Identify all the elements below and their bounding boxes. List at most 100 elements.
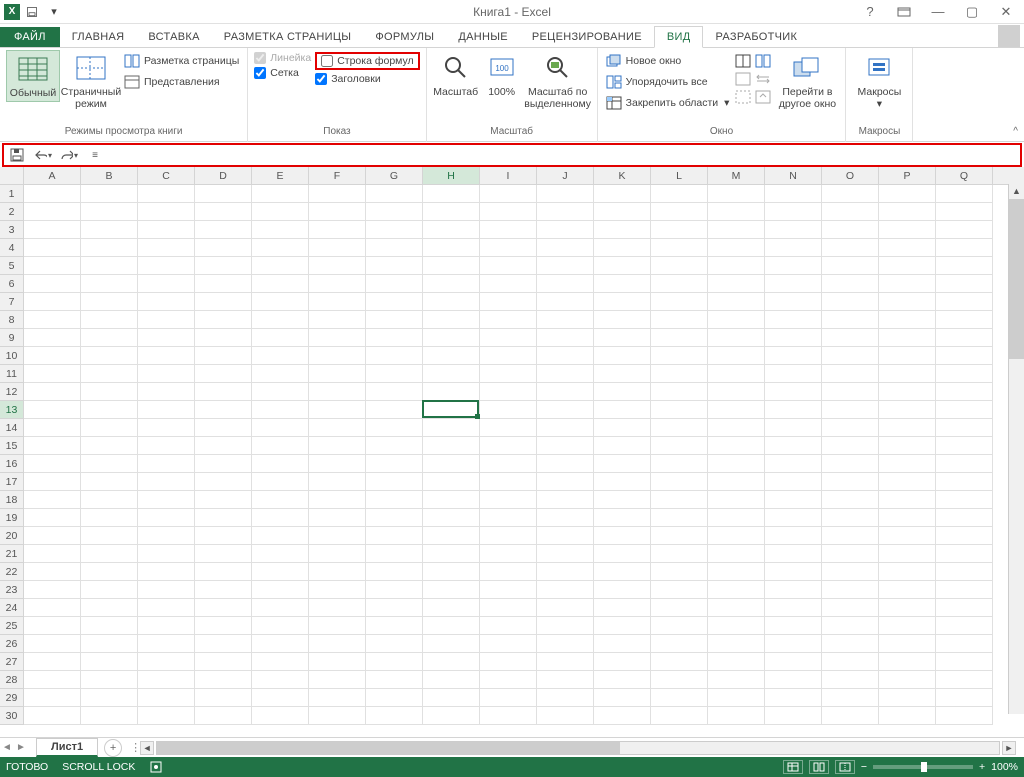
cell[interactable] [81,437,138,455]
cell[interactable] [81,491,138,509]
cell[interactable] [879,599,936,617]
cell[interactable] [879,401,936,419]
cell[interactable] [879,545,936,563]
new-window-button[interactable]: Новое окно [604,52,732,70]
cell[interactable] [252,491,309,509]
cell[interactable] [138,185,195,203]
cell[interactable] [252,293,309,311]
column-header-K[interactable]: K [594,167,651,184]
row-header-14[interactable]: 14 [0,419,24,437]
cell[interactable] [537,329,594,347]
help-icon[interactable]: ? [858,2,882,22]
cell[interactable] [309,185,366,203]
cell[interactable] [423,383,480,401]
cell[interactable] [138,347,195,365]
cell[interactable] [366,221,423,239]
cell[interactable] [594,347,651,365]
cell[interactable] [594,473,651,491]
cell[interactable] [651,419,708,437]
zoom-100-button[interactable]: 100 100% [483,50,521,100]
cell[interactable] [480,311,537,329]
maximize-icon[interactable]: ▢ [960,2,984,22]
cell[interactable] [252,347,309,365]
cell[interactable] [138,257,195,275]
cell[interactable] [651,347,708,365]
tab-developer[interactable]: РАЗРАБОТЧИК [703,27,809,47]
cell[interactable] [708,509,765,527]
cell[interactable] [765,707,822,725]
cell[interactable] [708,491,765,509]
cell[interactable] [138,563,195,581]
cell[interactable] [195,491,252,509]
cell[interactable] [480,185,537,203]
cell[interactable] [195,617,252,635]
cell[interactable] [651,365,708,383]
cell[interactable] [708,293,765,311]
cell[interactable] [879,347,936,365]
tab-formulas[interactable]: ФОРМУЛЫ [363,27,446,47]
cell[interactable] [24,527,81,545]
cell[interactable] [879,527,936,545]
cell[interactable] [24,365,81,383]
cell[interactable] [252,707,309,725]
cell[interactable] [195,311,252,329]
row-header-3[interactable]: 3 [0,221,24,239]
cell[interactable] [423,491,480,509]
cell[interactable] [366,347,423,365]
cell[interactable] [252,257,309,275]
cell[interactable] [594,185,651,203]
cell[interactable] [24,707,81,725]
cell[interactable] [765,581,822,599]
cell[interactable] [765,293,822,311]
cell[interactable] [138,491,195,509]
cell[interactable] [651,707,708,725]
cell[interactable] [423,707,480,725]
cell[interactable] [879,221,936,239]
cell[interactable] [594,239,651,257]
cell[interactable] [537,401,594,419]
cell[interactable] [708,617,765,635]
cell[interactable] [537,527,594,545]
normal-view-button[interactable]: Обычный [6,50,60,102]
cell[interactable] [651,401,708,419]
cell[interactable] [138,311,195,329]
cell[interactable] [81,509,138,527]
cell[interactable] [594,689,651,707]
cell[interactable] [81,653,138,671]
cell[interactable] [309,239,366,257]
cell[interactable] [309,671,366,689]
cell[interactable] [537,203,594,221]
cell[interactable] [252,689,309,707]
cell[interactable] [195,545,252,563]
cell[interactable] [822,437,879,455]
cell[interactable] [765,509,822,527]
row-header-16[interactable]: 16 [0,455,24,473]
cell[interactable] [366,257,423,275]
zoom-level[interactable]: 100% [991,761,1018,773]
cell[interactable] [81,635,138,653]
cell[interactable] [936,527,993,545]
cell[interactable] [651,509,708,527]
cell[interactable] [765,275,822,293]
cell[interactable] [936,401,993,419]
cell[interactable] [138,401,195,419]
cell[interactable] [252,203,309,221]
cell[interactable] [24,455,81,473]
cell[interactable] [708,545,765,563]
cell[interactable] [81,473,138,491]
cell[interactable] [708,275,765,293]
cell[interactable] [480,509,537,527]
cell[interactable] [480,329,537,347]
cell[interactable] [480,239,537,257]
cell[interactable] [138,275,195,293]
cell[interactable] [537,275,594,293]
cell[interactable] [309,293,366,311]
cell[interactable] [480,275,537,293]
cell[interactable] [309,455,366,473]
cell[interactable] [138,419,195,437]
cell[interactable] [138,689,195,707]
cell[interactable] [24,311,81,329]
cell[interactable] [936,599,993,617]
cell[interactable] [24,671,81,689]
cell[interactable] [765,383,822,401]
